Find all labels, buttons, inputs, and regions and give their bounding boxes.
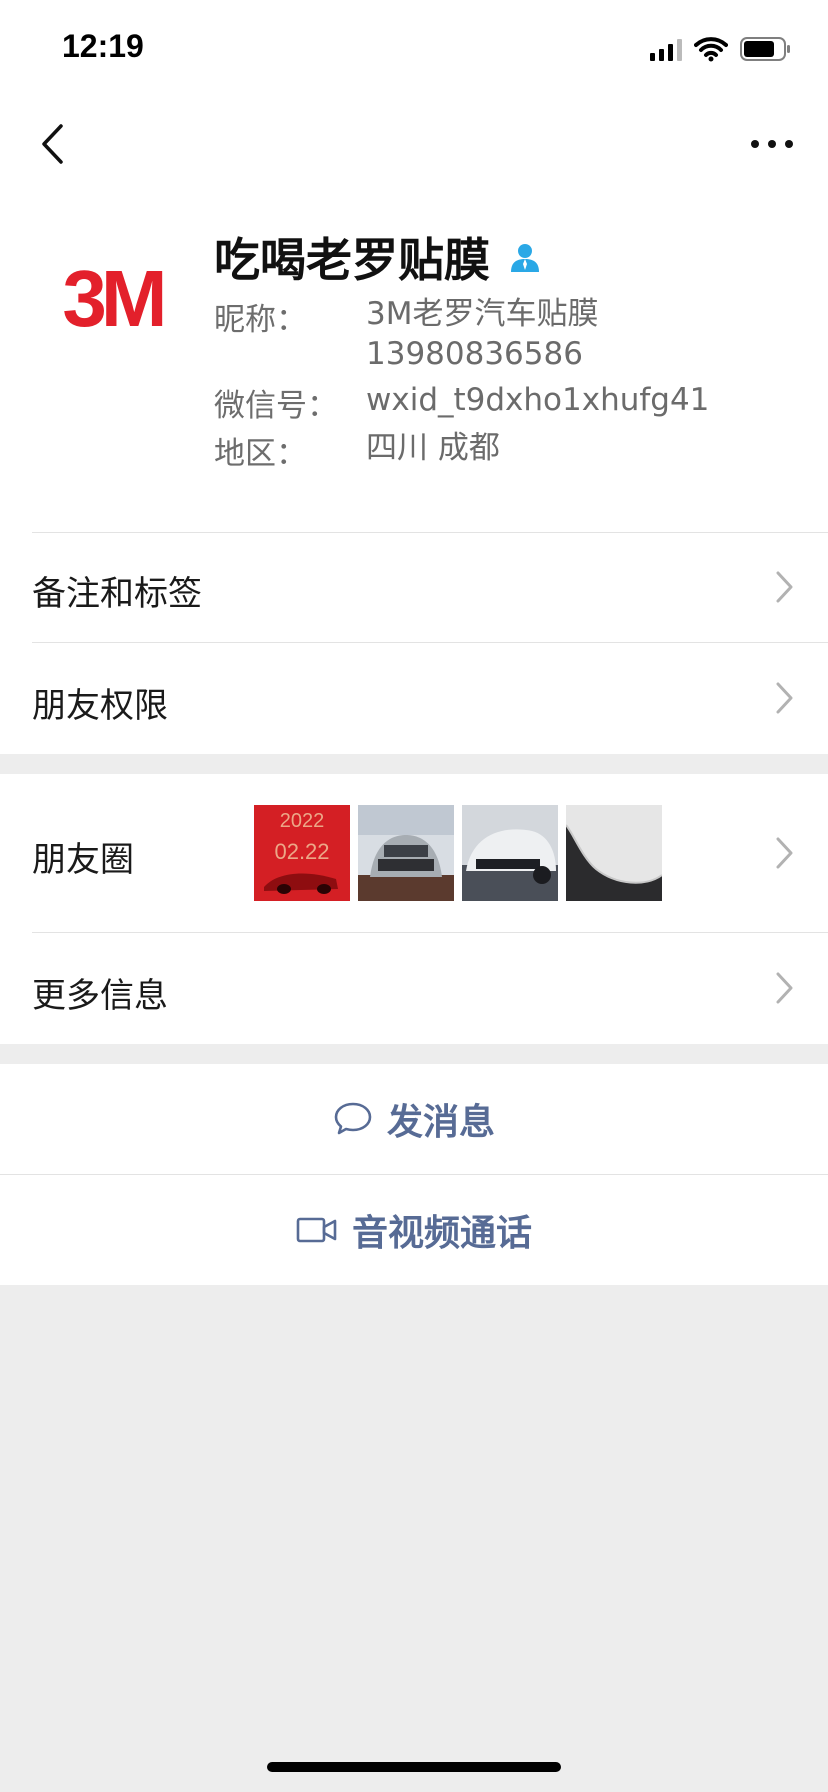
region-value: 四川 成都 bbox=[366, 430, 500, 466]
moments-thumbnails: 2022 02.22 bbox=[254, 805, 662, 901]
wechat-id-label: 微信号： bbox=[214, 388, 338, 424]
chevron-right-icon bbox=[776, 837, 793, 869]
profile-card: 3M 吃喝老罗贴膜 昵称： 3M老罗汽车贴膜 13980836586 微信号： … bbox=[0, 200, 828, 532]
3m-logo: 3M bbox=[62, 260, 168, 340]
wechat-id-value: wxid_t9dxho1xhufg41 bbox=[366, 382, 710, 418]
more-info-label: 更多信息 bbox=[32, 976, 168, 1016]
divider bbox=[32, 642, 828, 643]
nickname-label: 昵称： bbox=[214, 302, 307, 338]
nickname-line1: 3M老罗汽车贴膜 bbox=[366, 296, 599, 332]
avatar[interactable]: 3M bbox=[32, 220, 192, 380]
status-time: 12:19 bbox=[62, 28, 144, 64]
friend-permissions-cell[interactable]: 朋友权限 bbox=[0, 642, 828, 754]
back-button[interactable] bbox=[24, 108, 80, 180]
status-bar: 12:19 bbox=[0, 0, 828, 100]
send-message-label: 发消息 bbox=[386, 1102, 495, 1143]
more-dots-icon bbox=[751, 140, 793, 148]
video-camera-icon bbox=[296, 1217, 337, 1243]
nickname-line2: 13980836586 bbox=[366, 336, 583, 372]
wifi-icon bbox=[694, 37, 728, 62]
divider bbox=[32, 532, 828, 533]
moments-cell[interactable]: 朋友圈 2022 02.22 bbox=[0, 774, 828, 932]
moments-label: 朋友圈 bbox=[32, 840, 134, 880]
moments-thumb-3 bbox=[462, 805, 558, 901]
home-indicator bbox=[267, 1762, 561, 1772]
remarks-tags-label: 备注和标签 bbox=[32, 574, 202, 614]
more-info-cell[interactable]: 更多信息 bbox=[0, 932, 828, 1044]
svg-text:2022: 2022 bbox=[280, 810, 325, 832]
profile-name: 吃喝老罗贴膜 bbox=[214, 233, 490, 287]
nickname-row: 昵称： 3M老罗汽车贴膜 13980836586 bbox=[214, 294, 598, 374]
remarks-tags-cell[interactable]: 备注和标签 bbox=[0, 532, 828, 642]
battery-icon bbox=[740, 37, 790, 61]
region-label: 地区： bbox=[214, 436, 307, 472]
moments-thumb-2 bbox=[358, 805, 454, 901]
chevron-right-icon bbox=[776, 972, 793, 1004]
chevron-right-icon bbox=[776, 571, 793, 603]
divider bbox=[0, 1174, 828, 1175]
profile-name-row: 吃喝老罗贴膜 bbox=[214, 224, 542, 290]
svg-text:3M: 3M bbox=[62, 260, 162, 340]
send-message-button[interactable]: 发消息 bbox=[0, 1064, 828, 1174]
svg-text:02.22: 02.22 bbox=[274, 839, 329, 864]
contact-profile-screen: 12:19 3M 吃喝老罗贴膜 昵称： 3M老罗汽车贴膜 13980836586… bbox=[0, 0, 828, 1792]
wechat-id-row: 微信号： wxid_t9dxho1xhufg41 bbox=[214, 380, 709, 425]
chevron-left-icon bbox=[42, 124, 63, 164]
chevron-right-icon bbox=[776, 682, 793, 714]
status-icons bbox=[650, 34, 792, 64]
nav-bar bbox=[0, 100, 828, 200]
chat-bubble-icon bbox=[334, 1102, 372, 1135]
video-call-button[interactable]: 音视频通话 bbox=[0, 1174, 828, 1285]
video-call-label: 音视频通话 bbox=[351, 1213, 532, 1254]
friend-permissions-label: 朋友权限 bbox=[32, 686, 168, 726]
moments-thumb-4 bbox=[566, 805, 662, 901]
moments-thumb-1: 2022 02.22 bbox=[254, 805, 350, 901]
cellular-signal-icon bbox=[650, 37, 682, 61]
person-icon bbox=[511, 244, 539, 272]
more-button[interactable] bbox=[742, 108, 802, 180]
nickname-value: 3M老罗汽车贴膜 13980836586 bbox=[366, 294, 598, 374]
divider bbox=[32, 932, 828, 933]
region-row: 地区： 四川 成都 bbox=[214, 428, 500, 473]
